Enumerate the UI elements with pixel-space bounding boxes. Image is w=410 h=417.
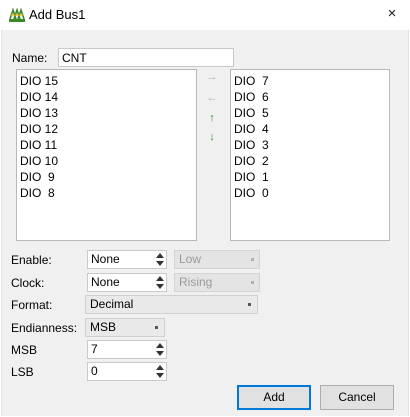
name-label: Name: <box>12 51 48 65</box>
move-up-arrow-icon[interactable]: ↑ <box>206 112 218 124</box>
list-item[interactable]: DIO 10 <box>20 153 193 169</box>
add-button[interactable]: Add <box>237 385 311 410</box>
list-item[interactable]: DIO 14 <box>20 89 193 105</box>
list-item[interactable]: DIO 3 <box>234 137 386 153</box>
enable-value: None <box>91 252 120 266</box>
list-item[interactable]: DIO 6 <box>234 89 386 105</box>
close-button[interactable]: × <box>380 3 404 25</box>
add-arrow-icon[interactable]: → <box>206 71 218 83</box>
list-item[interactable]: DIO 8 <box>20 185 193 201</box>
format-value: Decimal <box>90 297 134 311</box>
move-down-arrow-icon[interactable]: ↓ <box>206 131 218 143</box>
list-item[interactable]: DIO 15 <box>20 73 193 89</box>
remove-arrow-icon[interactable]: ← <box>206 92 218 104</box>
spin-arrows-icon[interactable] <box>156 253 164 266</box>
enable-level-value: Low <box>179 252 202 266</box>
clock-edge-value: Rising <box>179 275 213 289</box>
lsb-label: LSB <box>11 365 34 379</box>
dropdown-icon <box>251 258 254 261</box>
endianness-label: Endianness: <box>11 321 78 335</box>
list-item[interactable]: DIO 1 <box>234 169 386 185</box>
lsb-spinbox[interactable]: 0 <box>87 362 167 381</box>
list-item[interactable]: DIO 2 <box>234 153 386 169</box>
msb-value: 7 <box>91 342 98 356</box>
spin-arrows-icon[interactable] <box>156 365 164 378</box>
list-item[interactable]: DIO 5 <box>234 105 386 121</box>
list-item[interactable]: DIO 0 <box>234 185 386 201</box>
cancel-button[interactable]: Cancel <box>320 385 394 410</box>
available-signals-list[interactable]: DIO 15 DIO 14 DIO 13 DIO 12 DIO 11 DIO 1… <box>16 69 197 241</box>
msb-spinbox[interactable]: 7 <box>87 340 167 359</box>
list-item[interactable]: DIO 12 <box>20 121 193 137</box>
app-icon <box>9 8 25 22</box>
title-bar: Add Bus1 × <box>0 0 410 30</box>
clock-label: Clock: <box>11 276 45 290</box>
dropdown-icon <box>251 281 254 284</box>
window-title: Add Bus1 <box>29 7 86 22</box>
dialog-body: Name: CNT DIO 15 DIO 14 DIO 13 DIO 12 DI… <box>1 30 409 416</box>
endianness-select[interactable]: MSB <box>85 318 165 337</box>
list-item[interactable]: DIO 9 <box>20 169 193 185</box>
enable-label: Enable: <box>11 253 52 267</box>
clock-edge-select: Rising <box>174 273 260 292</box>
dropdown-icon <box>248 303 251 306</box>
dropdown-icon <box>155 326 158 329</box>
list-item[interactable]: DIO 13 <box>20 105 193 121</box>
lsb-value: 0 <box>91 364 98 378</box>
bus-signals-list[interactable]: DIO 7 DIO 6 DIO 5 DIO 4 DIO 3 DIO 2 DIO … <box>230 69 390 241</box>
list-item[interactable]: DIO 4 <box>234 121 386 137</box>
format-select[interactable]: Decimal <box>85 295 258 314</box>
msb-label: MSB <box>11 343 38 357</box>
enable-select[interactable]: None <box>87 250 167 269</box>
spin-arrows-icon[interactable] <box>156 343 164 356</box>
endianness-value: MSB <box>90 320 117 334</box>
spin-arrows-icon[interactable] <box>156 276 164 289</box>
format-label: Format: <box>11 298 53 312</box>
list-item[interactable]: DIO 11 <box>20 137 193 153</box>
enable-level-select: Low <box>174 250 260 269</box>
clock-value: None <box>91 275 120 289</box>
list-item[interactable]: DIO 7 <box>234 73 386 89</box>
clock-select[interactable]: None <box>87 273 167 292</box>
name-input[interactable]: CNT <box>58 48 234 67</box>
